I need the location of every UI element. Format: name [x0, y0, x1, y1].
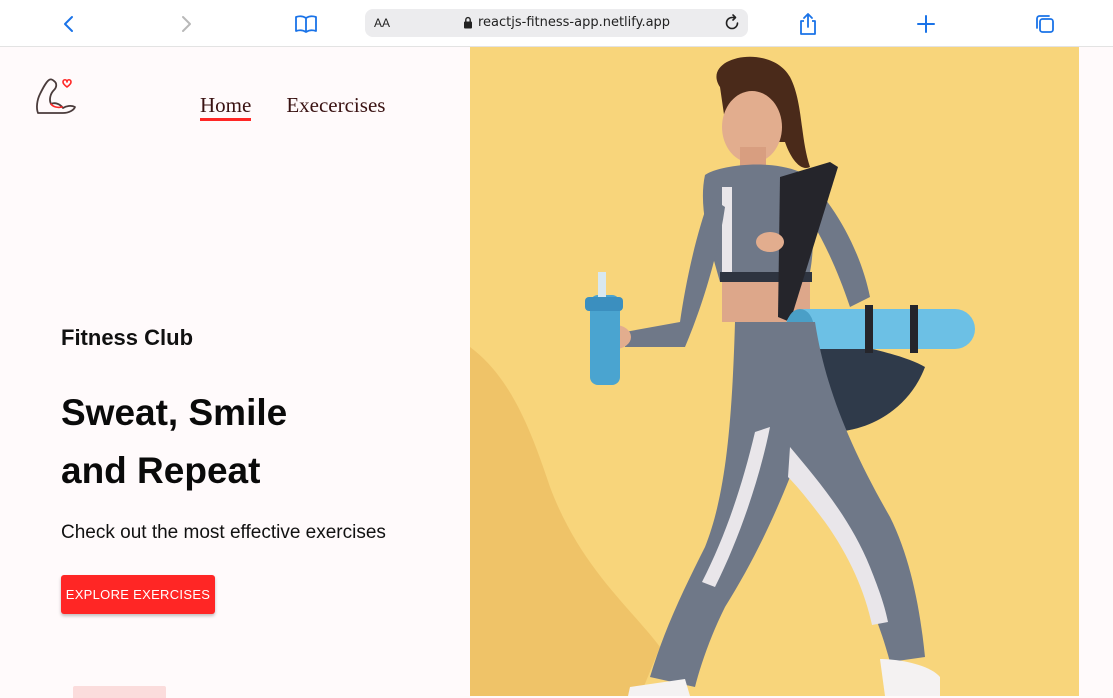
bookmarks-icon [295, 15, 317, 33]
share-button[interactable] [793, 9, 823, 39]
hero-title-line-1: Sweat, Smile [61, 392, 288, 433]
page: Home Execercises Fitness Club Sweat, Smi… [0, 47, 1113, 698]
explore-exercises-button[interactable]: EXPLORE EXERCISES [61, 575, 215, 614]
new-tab-button[interactable] [911, 9, 941, 39]
tabs-overview-button[interactable] [1030, 9, 1060, 39]
main-nav: Home Execercises [200, 93, 385, 121]
hero-description: Check out the most effective exercises [61, 522, 386, 543]
back-button[interactable] [54, 9, 84, 39]
hero-title: Sweat, Smile and Repeat [61, 384, 441, 500]
logo-icon [36, 78, 76, 114]
back-icon [64, 16, 73, 32]
reload-button[interactable] [722, 13, 742, 33]
reader-aa-button[interactable]: AA [374, 16, 390, 30]
hero-subtitle: Fitness Club [61, 325, 194, 350]
bookmarks-button[interactable] [291, 9, 321, 39]
forward-icon [182, 16, 191, 32]
lock-icon [464, 16, 472, 29]
tabs-icon [1036, 15, 1054, 33]
decorative-pink-block [73, 686, 166, 698]
address-bar[interactable]: AA reactjs-fitness-app.netlify.app [365, 9, 748, 37]
reload-icon [725, 14, 739, 30]
url-text: reactjs-fitness-app.netlify.app [478, 15, 671, 30]
site-logo[interactable] [33, 74, 79, 120]
nav-home[interactable]: Home [200, 93, 252, 121]
browser-toolbar: AA reactjs-fitness-app.netlify.app [0, 0, 1113, 47]
hero-banner-image [470, 47, 1079, 696]
new-tab-icon [917, 15, 935, 33]
share-icon [800, 13, 816, 35]
hero-title-line-2: and Repeat [61, 450, 261, 491]
nav-exercises[interactable]: Execercises [286, 93, 385, 117]
forward-button[interactable] [171, 9, 201, 39]
url-display: reactjs-fitness-app.netlify.app [463, 15, 670, 30]
woman-with-gym-bag-illustration [470, 56, 975, 696]
